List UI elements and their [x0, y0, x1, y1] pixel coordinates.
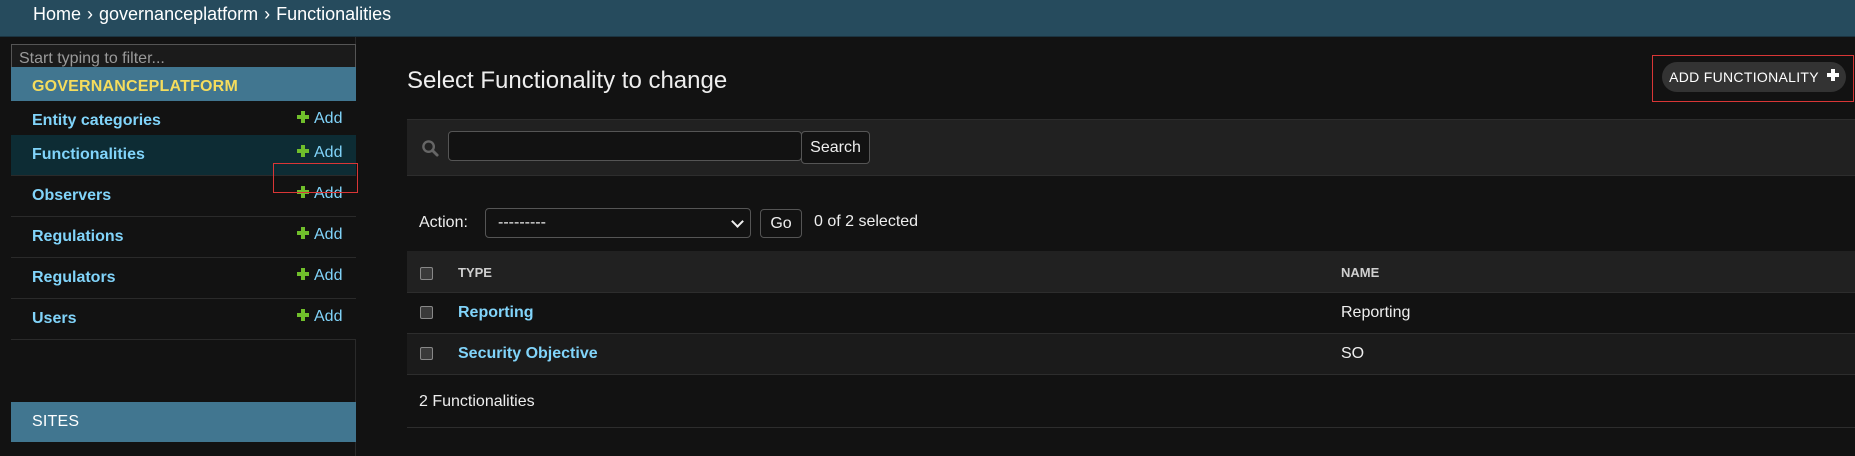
action-select[interactable]: --------- — [485, 208, 751, 238]
sidebar-item-label[interactable]: Regulations — [32, 228, 124, 246]
add-label: Add — [314, 308, 343, 325]
plus-icon — [297, 227, 309, 239]
plus-icon — [297, 186, 309, 198]
row-checkbox[interactable] — [420, 305, 433, 319]
sidebar-item-observers: Observers Add — [11, 176, 356, 217]
column-header-name[interactable]: NAME — [1341, 251, 1855, 293]
chevron-down-icon — [731, 215, 744, 228]
results-table: TYPE NAME Reporting Reporting Security O… — [407, 251, 1855, 375]
sidebar-item-users: Users Add — [11, 299, 356, 340]
plus-icon — [297, 309, 309, 321]
sidebar-item-regulations: Regulations Add — [11, 217, 356, 258]
sidebar-add-link[interactable]: Add — [297, 185, 342, 203]
add-label: Add — [314, 110, 343, 127]
row-checkbox[interactable] — [420, 346, 433, 360]
search-button[interactable]: Search — [801, 131, 870, 164]
selected-count: 0 of 2 selected — [814, 213, 919, 230]
name-cell: SO — [1341, 333, 1855, 375]
add-label: Add — [314, 144, 343, 161]
breadcrumb-separator: › — [87, 4, 94, 24]
type-link[interactable]: Security Objective — [458, 345, 598, 362]
row-select-cell — [407, 292, 458, 334]
table-row: Security Objective SO — [407, 333, 1855, 375]
table-row: Reporting Reporting — [407, 292, 1855, 334]
add-label: Add — [314, 267, 343, 284]
breadcrumb-separator: › — [264, 4, 271, 24]
action-selected-value: --------- — [498, 214, 546, 231]
sidebar-item-label[interactable]: Regulators — [32, 269, 116, 287]
sidebar-add-link[interactable]: Add — [297, 110, 342, 128]
sidebar-item-label[interactable]: Users — [32, 310, 76, 328]
sidebar-add-link[interactable]: Add — [297, 267, 342, 285]
search-icon — [422, 140, 439, 157]
select-all-checkbox[interactable] — [420, 266, 433, 280]
go-button[interactable]: Go — [760, 209, 802, 238]
column-header-type[interactable]: TYPE — [458, 251, 1341, 293]
sidebar-add-link[interactable]: Add — [297, 308, 342, 326]
breadcrumb-home[interactable]: Home — [33, 4, 81, 24]
breadcrumb-current: Functionalities — [276, 4, 392, 24]
page-title: Select Functionality to change — [407, 67, 728, 94]
actions-bar: Action: --------- Go 0 of 2 selected — [407, 208, 1855, 248]
type-cell: Security Objective — [458, 333, 1341, 375]
name-cell: Reporting — [1341, 292, 1855, 334]
sidebar-add-link[interactable]: Add — [297, 226, 342, 244]
sidebar-item-label[interactable]: Entity categories — [32, 112, 161, 130]
type-link[interactable]: Reporting — [458, 304, 534, 321]
type-cell: Reporting — [458, 292, 1341, 334]
add-label: Add — [314, 185, 343, 202]
sidebar-add-link[interactable]: Add — [297, 144, 342, 162]
sidebar-item-regulators: Regulators Add — [11, 258, 356, 299]
row-select-cell — [407, 333, 458, 375]
paginator: 2 Functionalities — [407, 384, 1855, 428]
module-caption-sites[interactable]: SITES — [11, 402, 356, 442]
breadcrumb-app[interactable]: governanceplatform — [99, 4, 258, 24]
table-header-row: TYPE NAME — [407, 251, 1855, 293]
plus-icon — [297, 268, 309, 280]
plus-icon — [297, 145, 309, 157]
add-label: Add — [314, 226, 343, 243]
sidebar-item-functionalities: Functionalities Add — [11, 135, 356, 176]
sidebar-item-label[interactable]: Functionalities — [32, 146, 145, 164]
select-all-header — [407, 251, 458, 293]
breadcrumb: Home › governanceplatform › Functionalities — [0, 0, 1855, 37]
add-functionality-button[interactable]: ADD FUNCTIONALITY — [1662, 62, 1846, 92]
plus-icon — [1826, 69, 1839, 81]
sidebar-item-label[interactable]: Observers — [32, 187, 111, 205]
search-input[interactable] — [448, 131, 802, 161]
sidebar: GOVERNANCEPLATFORM Entity categories Add… — [0, 37, 358, 456]
search-toolbar: Search — [407, 119, 1855, 176]
plus-icon — [297, 111, 309, 123]
action-label: Action: — [419, 214, 468, 231]
add-button-label: ADD FUNCTIONALITY — [1669, 69, 1819, 85]
